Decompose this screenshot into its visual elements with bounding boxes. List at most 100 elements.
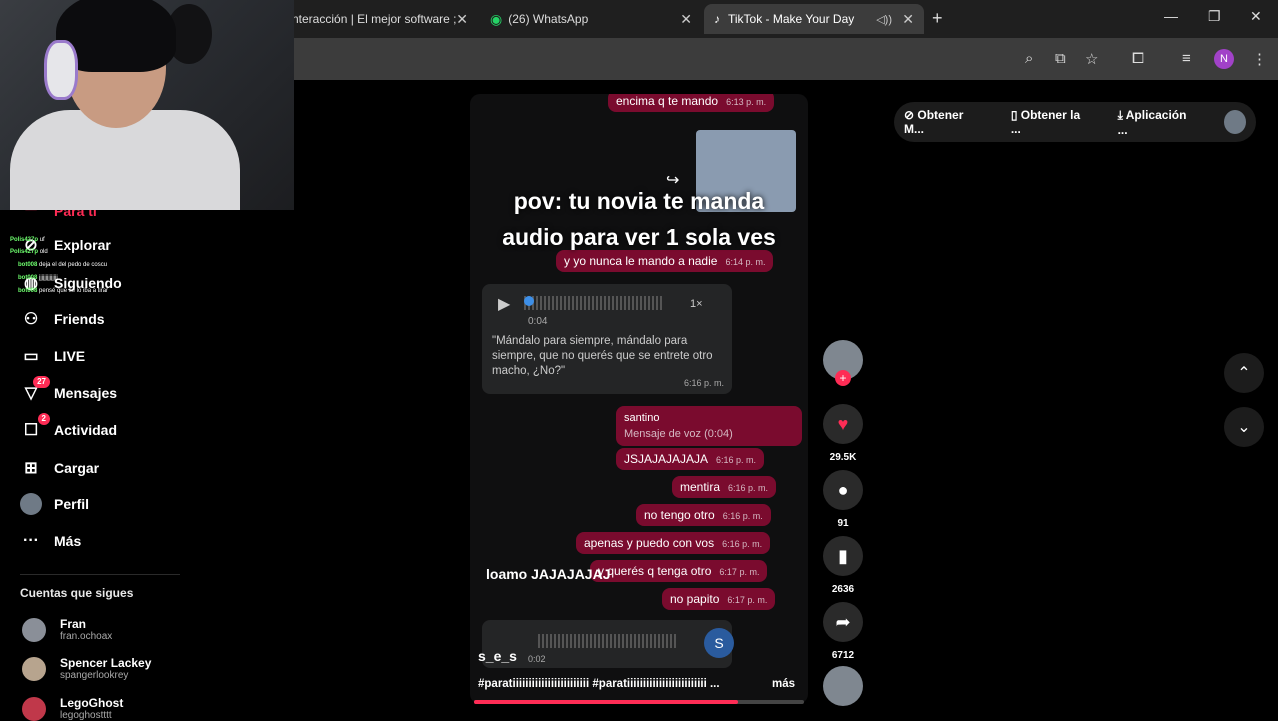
like-button[interactable]: ♥ 29.5K: [823, 404, 863, 463]
tab-title: TikTok - Make Your Day: [728, 12, 855, 26]
menu-icon[interactable]: ⋮: [1252, 50, 1267, 68]
chat-bubble: y querés q tenga otro 6:17 p. m.: [590, 560, 768, 582]
restore-button[interactable]: ❐: [1208, 8, 1221, 25]
new-tab-button[interactable]: +: [932, 8, 943, 29]
music-disc-icon: [823, 666, 863, 706]
sidebar-item-label: Mensajes: [54, 385, 118, 401]
install-icon[interactable]: ⧉: [1055, 50, 1066, 67]
save-button[interactable]: ▮ 2636: [823, 536, 863, 595]
creator-avatar-button[interactable]: +: [823, 340, 863, 386]
chat-bubble: encima q te mando 6:13 p. m.: [608, 94, 775, 112]
music-disc-button[interactable]: [823, 666, 863, 706]
close-window-button[interactable]: ✕: [1250, 8, 1262, 25]
previous-video-button[interactable]: ⌃: [1224, 353, 1264, 393]
media-icon[interactable]: ≡: [1182, 50, 1191, 67]
account-item[interactable]: Spencer Lackey spangerlookrey: [22, 656, 151, 681]
more-icon: ···: [23, 532, 39, 549]
sidebar-item-perfil[interactable]: Perfil: [20, 493, 89, 515]
close-icon[interactable]: ✕: [680, 11, 692, 28]
transcript: "Mándalo para siempre, mándalo para siem…: [492, 335, 713, 377]
sidebar-item-label: Cargar: [54, 460, 100, 476]
tab-tiktok[interactable]: ♪ TikTok - Make Your Day ◁)) ✕: [704, 4, 924, 34]
quote-label: Mensaje de voz (0:04): [624, 428, 733, 440]
avatar: [22, 656, 46, 681]
sidebar-item-live[interactable]: ▭ LIVE: [20, 345, 85, 367]
messages-badge: 27: [33, 376, 50, 388]
stream-chat-line: bot008 pensé que se lo iba a tirar: [18, 288, 109, 294]
next-video-button[interactable]: ⌄: [1224, 407, 1264, 447]
avatar: S: [704, 628, 734, 658]
speed-button[interactable]: 1×: [690, 298, 703, 310]
close-icon[interactable]: ✕: [456, 11, 468, 28]
sidebar-item-actividad[interactable]: ☐ 2 Actividad: [20, 413, 117, 441]
close-icon[interactable]: ✕: [902, 11, 914, 28]
account-item[interactable]: LegoGhost legoghostttt: [22, 696, 123, 721]
more-link[interactable]: más: [772, 678, 795, 690]
video-progress[interactable]: [474, 700, 804, 704]
chat-bubble: apenas y puedo con vos 6:16 p. m.: [576, 532, 771, 554]
overlay-title-line-2: audio para ver 1 sola ves: [502, 224, 776, 250]
sidebar-item-label: Friends: [54, 311, 105, 327]
profile-icon: [20, 493, 42, 515]
chevron-up-icon: ⌃: [1237, 365, 1251, 382]
sidebar-item-label: Más: [54, 533, 82, 549]
stream-chat-line: Polis427p uf: [10, 237, 45, 243]
account-name: LegoGhost: [60, 696, 124, 710]
overlay-caption-text: loamo JAJAJAJAJ: [486, 566, 611, 582]
play-icon[interactable]: ▶: [498, 294, 510, 314]
live-icon: ▭: [23, 348, 39, 365]
message-time: 6:16 p. m.: [683, 378, 724, 388]
zoom-icon[interactable]: ⌕: [1025, 50, 1033, 67]
following-section-title: Cuentas que sigues: [20, 586, 134, 600]
video-caption[interactable]: #paratiiiiiiiiiiiiiiiiiiiiiiii #paratiii…: [478, 678, 720, 690]
quote-author: santino: [624, 412, 660, 424]
comment-count: 91: [837, 518, 849, 529]
account-item[interactable]: Fran fran.ochoax: [22, 617, 112, 642]
overlay-title-line-1: pov: tu novia te manda: [513, 188, 765, 214]
get-pc-app-button[interactable]: ▯ Obtener la ...: [1011, 108, 1102, 136]
share-button[interactable]: ➦ 6712: [823, 602, 863, 661]
waveform-handle[interactable]: [524, 296, 534, 306]
video-player[interactable]: encima q te mando 6:13 p. m. ↪ y yo nunca…: [470, 94, 808, 704]
chat-bubble: mentira 6:16 p. m.: [672, 476, 777, 498]
avatar[interactable]: [1223, 110, 1246, 134]
minimize-button[interactable]: —: [1164, 8, 1178, 24]
tab-whatsapp[interactable]: ◉ (26) WhatsApp ✕: [480, 4, 702, 34]
profile-avatar[interactable]: N: [1214, 49, 1234, 69]
sidebar-item-friends[interactable]: ⚇ Friends: [20, 308, 105, 330]
comment-icon: ●: [823, 470, 863, 510]
share-count: 6712: [831, 650, 855, 661]
headphones: [44, 40, 78, 100]
download-button[interactable]: ⤓ Aplicación ...: [1118, 108, 1208, 137]
comment-button[interactable]: ● 91: [823, 470, 863, 529]
speaker-icon[interactable]: ◁)): [876, 13, 892, 26]
waveform: [524, 296, 664, 310]
progress-fill: [474, 700, 738, 704]
get-app-button[interactable]: ⊘ Obtener M...: [904, 108, 995, 136]
stream-chat-line: bot008 jjjjjjjjjjjjjj: [18, 275, 58, 281]
account-name: Fran: [60, 617, 87, 631]
chat-bubble: y yo nunca le mando a nadie 6:14 p. m.: [556, 250, 774, 272]
friends-icon: ⚇: [23, 311, 39, 328]
video-author[interactable]: s_e_s: [478, 648, 517, 664]
extensions-icon[interactable]: ⧠: [1132, 50, 1144, 67]
star-icon[interactable]: ☆: [1085, 50, 1098, 68]
voice-message: ▶ 1× 0:04 "Mándalo para siempre, mándalo…: [482, 284, 732, 394]
tab-software[interactable]: nteracción | El mejor software ; ✕: [282, 4, 478, 34]
account-handle: fran.ochoax: [60, 631, 113, 642]
waveform: [538, 634, 678, 648]
chat-bubble: no papito 6:17 p. m.: [662, 588, 776, 610]
activity-icon: ☐ 2: [20, 413, 50, 441]
whatsapp-icon: ◉: [490, 10, 503, 27]
sidebar-item-label: Perfil: [54, 496, 90, 512]
bookmark-icon: ▮: [823, 536, 863, 576]
like-count: 29.5K: [829, 452, 857, 463]
sidebar-item-mensajes[interactable]: ▽ 27 Mensajes: [20, 376, 118, 404]
account-handle: legoghostttt: [60, 710, 112, 721]
follow-plus-icon[interactable]: +: [835, 370, 851, 386]
chevron-down-icon: ⌄: [1237, 419, 1251, 436]
sidebar-item-mas[interactable]: ··· Más: [20, 530, 81, 552]
tab-title: nteracción | El mejor software ;: [292, 12, 457, 26]
sidebar-item-cargar[interactable]: ⊞ Cargar: [20, 457, 99, 479]
stream-chat-line: bot008 deja el del pedo de coscu: [18, 262, 108, 268]
